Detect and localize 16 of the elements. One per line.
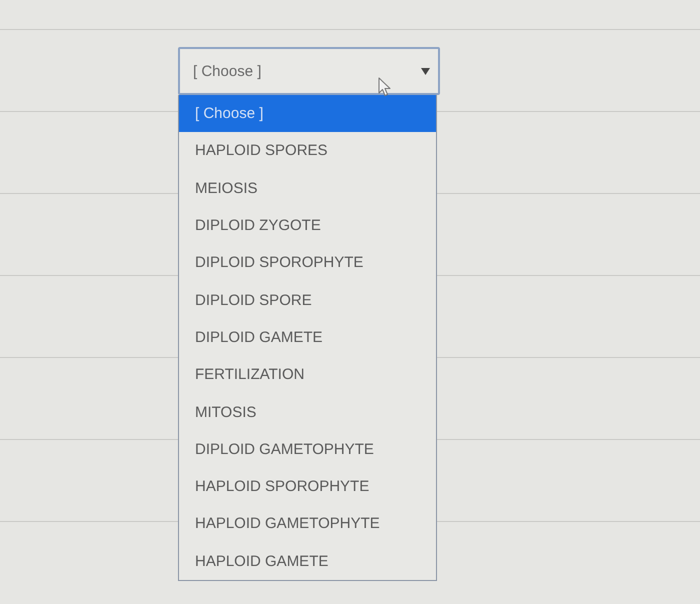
mouse-pointer-icon [378,77,391,97]
dropdown-option[interactable]: DIPLOID GAMETE [179,318,436,356]
dropdown-option[interactable]: MEIOSIS [179,170,436,207]
dropdown-option[interactable]: DIPLOID SPOROPHYTE [179,244,436,282]
dropdown-option[interactable]: DIPLOID GAMETOPHYTE [179,430,436,468]
dropdown-option[interactable]: HAPLOID GAMETOPHYTE [179,505,436,543]
dropdown-option[interactable]: HAPLOID GAMETE [179,542,436,580]
dropdown-option[interactable]: MITOSIS [179,393,436,431]
dropdown-option[interactable]: [ Choose ] [179,95,436,132]
dropdown-option[interactable]: DIPLOID SPORE [179,281,436,319]
dropdown-select[interactable]: [ Choose ] [178,47,440,95]
dropdown-option[interactable]: HAPLOID SPORES [179,132,436,170]
caret-icon [421,68,430,74]
dropdown-option[interactable]: HAPLOID SPOROPHYTE [179,468,436,506]
dropdown-option[interactable]: DIPLOID ZYGOTE [179,206,436,244]
dropdown-option[interactable]: FERTILIZATION [179,356,436,394]
